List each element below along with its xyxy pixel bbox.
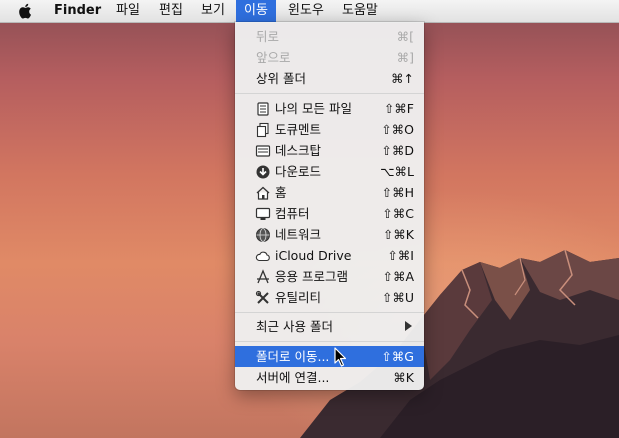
shortcut-label: ⌘K xyxy=(393,370,414,385)
menu-item-network[interactable]: 네트워크 ⇧⌘K xyxy=(235,224,424,245)
shortcut-label: ⇧⌘F xyxy=(383,101,414,116)
menu-item-connect-to-server[interactable]: 서버에 연결... ⌘K xyxy=(235,367,424,388)
menu-item-forward[interactable]: 앞으로 ⌘] xyxy=(235,47,424,68)
menu-item-label: 네트워크 xyxy=(275,227,322,242)
utilities-icon xyxy=(255,290,269,304)
menu-item-label: 상위 폴더 xyxy=(256,71,306,86)
menu-item-applications[interactable]: 응용 프로그램 ⇧⌘A xyxy=(235,266,424,287)
downloads-icon xyxy=(256,165,270,179)
menu-edit[interactable]: 편집 xyxy=(151,0,191,22)
menu-item-label: 컴퓨터 xyxy=(275,206,310,221)
shortcut-label: ⇧⌘D xyxy=(381,143,414,158)
shortcut-label: ⇧⌘U xyxy=(381,290,414,305)
menu-item-enclosing-folder[interactable]: 상위 폴더 ⌘↑ xyxy=(235,68,424,89)
menu-item-downloads[interactable]: 다운로드 ⌥⌘L xyxy=(235,161,424,182)
documents-icon xyxy=(256,122,269,138)
menu-file[interactable]: 파일 xyxy=(108,0,148,22)
menu-item-recent-folders[interactable]: 최근 사용 폴더 xyxy=(235,316,424,337)
shortcut-label: ⇧⌘K xyxy=(382,227,414,242)
go-menu-dropdown: 뒤로 ⌘[ 앞으로 ⌘] 상위 폴더 ⌘↑ 나의 모든 파일 ⇧⌘F 도큐멘트 … xyxy=(235,22,424,390)
menu-item-utilities[interactable]: 유틸리티 ⇧⌘U xyxy=(235,287,424,308)
home-icon xyxy=(256,186,270,200)
menu-separator xyxy=(235,93,424,94)
menu-item-label: 나의 모든 파일 xyxy=(275,101,352,116)
shortcut-label: ⌥⌘L xyxy=(380,164,414,179)
all-my-files-icon xyxy=(257,102,269,116)
computer-icon xyxy=(255,207,271,220)
menu-help[interactable]: 도움말 xyxy=(334,0,386,22)
menu-item-label: iCloud Drive xyxy=(275,248,352,263)
menu-item-documents[interactable]: 도큐멘트 ⇧⌘O xyxy=(235,119,424,140)
menu-item-label: 폴더로 이동... xyxy=(256,349,330,364)
menu-finder[interactable]: Finder xyxy=(46,0,109,22)
menu-item-go-to-folder[interactable]: 폴더로 이동... ⇧⌘G xyxy=(235,346,424,367)
menu-item-computer[interactable]: 컴퓨터 ⇧⌘C xyxy=(235,203,424,224)
menu-view[interactable]: 보기 xyxy=(193,0,233,22)
menu-item-label: 응용 프로그램 xyxy=(275,269,348,284)
shortcut-label: ⇧⌘G xyxy=(381,349,414,364)
menu-item-all-my-files[interactable]: 나의 모든 파일 ⇧⌘F xyxy=(235,98,424,119)
menu-item-label: 홈 xyxy=(275,185,287,200)
menu-item-label: 다운로드 xyxy=(275,164,322,179)
shortcut-label: ⇧⌘H xyxy=(381,185,414,200)
menu-item-desktop[interactable]: 데스크탑 ⇧⌘D xyxy=(235,140,424,161)
shortcut-label: ⇧⌘I xyxy=(387,248,414,263)
menu-separator xyxy=(235,341,424,342)
icloud-icon xyxy=(255,251,270,262)
menu-item-back[interactable]: 뒤로 ⌘[ xyxy=(235,26,424,47)
shortcut-label: ⇧⌘C xyxy=(382,206,414,221)
apple-logo-icon[interactable] xyxy=(18,3,32,19)
network-icon xyxy=(256,228,270,242)
menu-item-label: 서버에 연결... xyxy=(256,370,330,385)
menu-item-label: 최근 사용 폴더 xyxy=(256,319,333,334)
submenu-arrow-icon xyxy=(405,321,412,331)
shortcut-label: ⇧⌘A xyxy=(382,269,414,284)
menu-item-label: 뒤로 xyxy=(256,29,280,44)
shortcut-label: ⌘] xyxy=(396,50,414,65)
menu-go[interactable]: 이동 xyxy=(236,0,276,22)
mouse-pointer-icon xyxy=(334,347,347,367)
shortcut-label: ⌘↑ xyxy=(391,71,414,86)
menu-item-label: 유틸리티 xyxy=(275,290,322,305)
menu-item-label: 앞으로 xyxy=(256,50,291,65)
menu-item-icloud-drive[interactable]: iCloud Drive ⇧⌘I xyxy=(235,245,424,266)
menu-bar: Finder 파일 편집 보기 이동 윈도우 도움말 xyxy=(0,0,619,23)
applications-icon xyxy=(257,269,269,284)
menu-item-home[interactable]: 홈 ⇧⌘H xyxy=(235,182,424,203)
shortcut-label: ⌘[ xyxy=(396,29,414,44)
menu-item-label: 도큐멘트 xyxy=(275,122,322,137)
shortcut-label: ⇧⌘O xyxy=(381,122,414,137)
menu-separator xyxy=(235,312,424,313)
desktop-icon xyxy=(255,145,271,157)
menu-item-label: 데스크탑 xyxy=(275,143,322,158)
menu-window[interactable]: 윈도우 xyxy=(280,0,332,22)
